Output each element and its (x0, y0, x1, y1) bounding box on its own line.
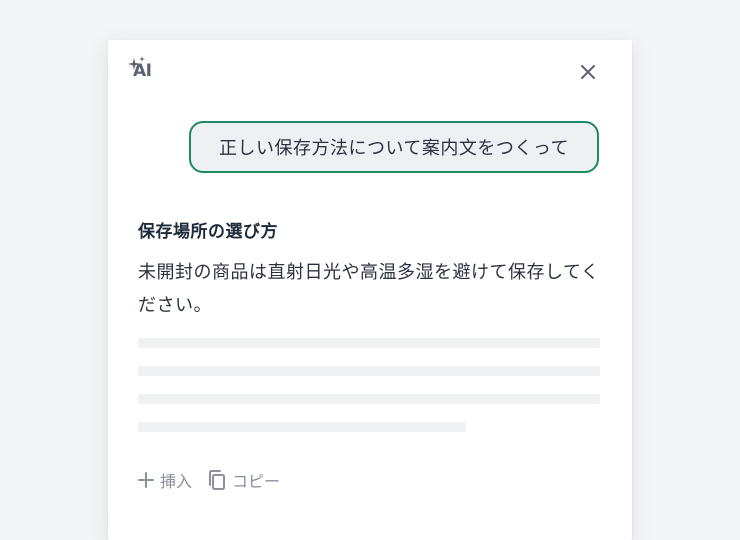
ai-logo-text: AI (133, 61, 152, 81)
loading-skeleton-line (138, 366, 600, 376)
user-prompt-bubble: 正しい保存方法について案内文をつくって (189, 121, 599, 173)
response-title: 保存場所の選び方 (138, 222, 278, 242)
ai-assistant-panel: AI 正しい保存方法について案内文をつくって 保存場所の選び方 未開封の商品は直… (108, 40, 632, 540)
close-button[interactable] (576, 60, 600, 84)
plus-icon (138, 472, 154, 488)
insert-button[interactable]: 挿入 (138, 468, 192, 492)
loading-skeleton-line (138, 422, 466, 432)
copy-icon (209, 470, 226, 490)
copy-label: コピー (232, 472, 281, 491)
response-body: 未開封の商品は直射日光や高温多湿を避けて保存してください。 (138, 262, 600, 316)
ai-logo: AI (128, 56, 158, 82)
copy-button[interactable]: コピー (208, 468, 280, 492)
loading-skeleton-line (138, 394, 600, 404)
close-icon (581, 65, 595, 79)
loading-skeleton-line (138, 338, 600, 348)
insert-label: 挿入 (160, 472, 193, 491)
response-actions: 挿入 コピー (138, 468, 280, 492)
